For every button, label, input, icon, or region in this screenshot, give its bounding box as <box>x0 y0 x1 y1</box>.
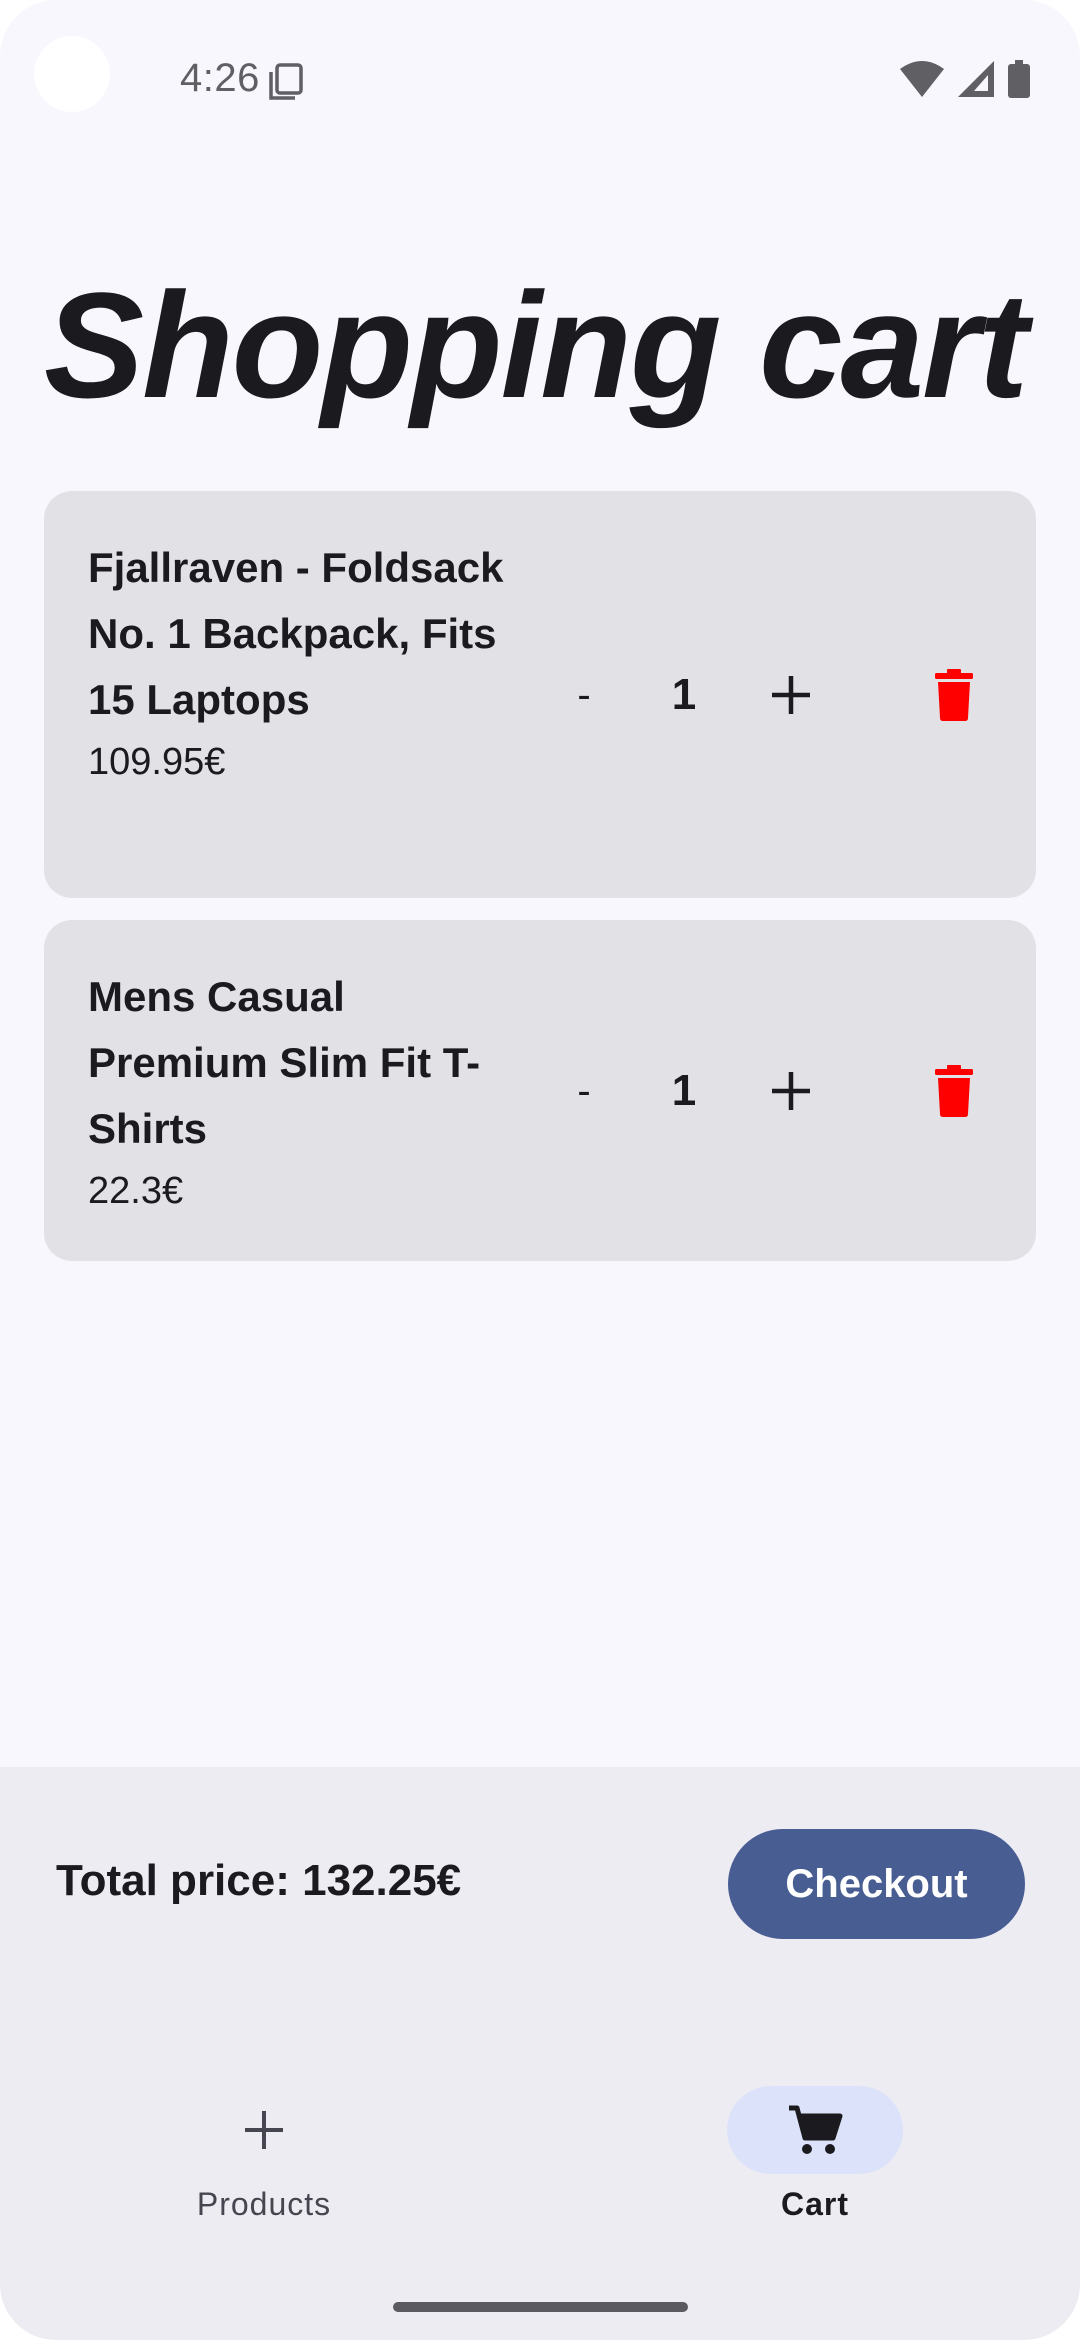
battery-icon <box>1008 60 1030 98</box>
page-title: Shopping cart <box>44 261 1028 429</box>
cart-icon <box>789 2105 843 2154</box>
cart-item-price: 109.95€ <box>88 741 226 783</box>
increase-quantity-button[interactable] <box>751 655 831 735</box>
trash-icon <box>935 1065 973 1117</box>
nav-label-products: Products <box>196 2186 332 2222</box>
trash-icon <box>935 669 973 721</box>
quantity-value: 1 <box>671 1066 697 1115</box>
cart-item-price: 22.3€ <box>88 1170 184 1212</box>
wifi-icon <box>900 61 944 97</box>
quantity-controls: - 1 <box>544 1051 984 1131</box>
plus-icon <box>772 1072 810 1110</box>
nav-item-cart[interactable]: Cart <box>685 2086 945 2236</box>
cart-item-info: Fjallraven - Foldsack No. 1 Backpack, Fi… <box>88 535 528 789</box>
plus-icon <box>772 676 810 714</box>
total-price-label: Total price: 132.25€ <box>56 1856 462 1905</box>
plus-icon <box>245 2111 283 2149</box>
increase-quantity-button[interactable] <box>751 1051 831 1131</box>
nav-label-cart: Cart <box>780 2186 849 2222</box>
gesture-navigation-bar[interactable] <box>393 2302 688 2312</box>
nav-icon-container <box>176 2086 352 2174</box>
app-screen: 4:26 Shopping cart Fjallraven - Foldsack… <box>0 0 1080 2340</box>
nav-active-indicator <box>727 2086 903 2174</box>
cart-item-name: Fjallraven - Foldsack No. 1 Backpack, Fi… <box>88 544 504 723</box>
decrease-quantity-button[interactable]: - <box>544 1051 624 1131</box>
cart-item-info: Mens Casual Premium Slim Fit T-Shirts 22… <box>88 964 528 1218</box>
cart-list: Fjallraven - Foldsack No. 1 Backpack, Fi… <box>44 491 1036 1283</box>
cart-item-card: Fjallraven - Foldsack No. 1 Backpack, Fi… <box>44 491 1036 898</box>
quantity-controls: - 1 <box>544 655 984 735</box>
sim-card-icon <box>269 63 303 100</box>
cart-item-card: Mens Casual Premium Slim Fit T-Shirts 22… <box>44 920 1036 1261</box>
status-time: 4:26 <box>180 56 260 100</box>
checkout-button[interactable]: Checkout <box>728 1829 1025 1939</box>
camera-cutout <box>34 36 110 112</box>
status-bar: 4:26 <box>0 0 1080 130</box>
nav-item-products[interactable]: Products <box>134 2086 394 2236</box>
delete-item-button[interactable] <box>914 655 994 735</box>
delete-item-button[interactable] <box>914 1051 994 1131</box>
status-icons <box>900 60 1030 98</box>
cart-item-name: Mens Casual Premium Slim Fit T-Shirts <box>88 973 481 1152</box>
decrease-quantity-button[interactable]: - <box>544 655 624 735</box>
signal-icon <box>958 61 994 97</box>
quantity-value: 1 <box>671 670 697 719</box>
